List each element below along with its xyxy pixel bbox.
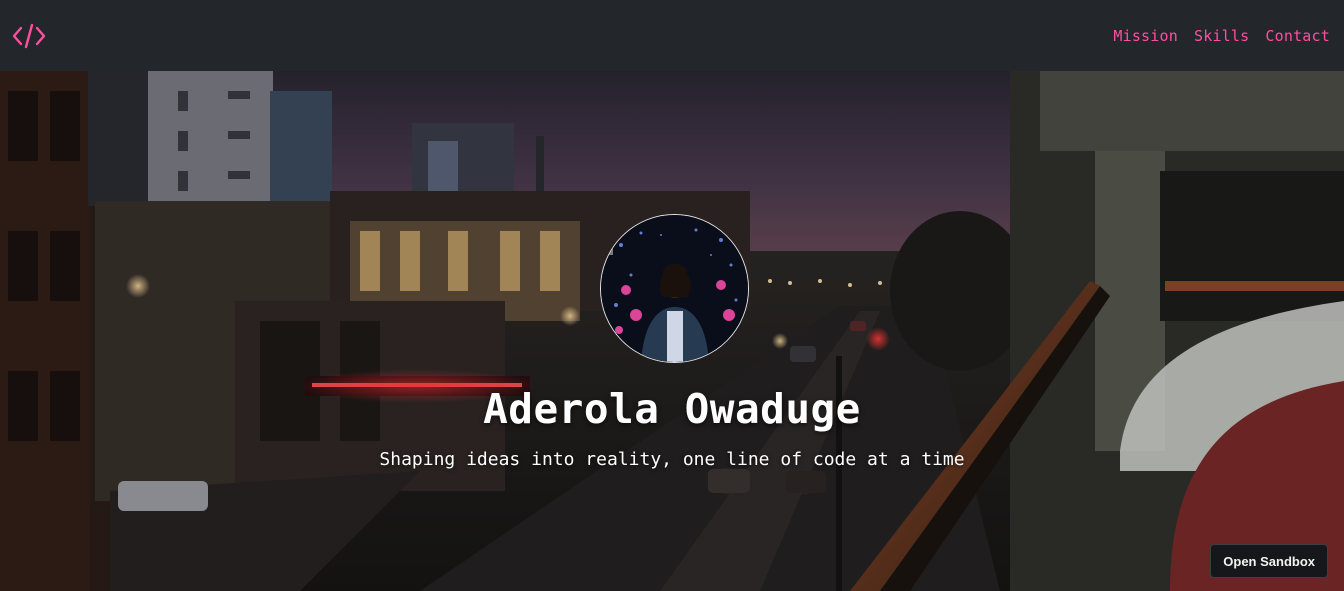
main-nav: Mission Skills Contact (1113, 27, 1330, 45)
hero-name: Aderola Owaduge (483, 385, 861, 433)
nav-link-contact[interactable]: Contact (1265, 27, 1330, 45)
code-brackets-icon[interactable] (12, 19, 46, 53)
nav-link-skills[interactable]: Skills (1194, 27, 1249, 45)
site-header: Mission Skills Contact (0, 0, 1344, 71)
nav-link-mission[interactable]: Mission (1113, 27, 1178, 45)
open-sandbox-button[interactable]: Open Sandbox (1210, 544, 1328, 578)
hero-tagline: Shaping ideas into reality, one line of … (379, 449, 965, 470)
avatar (600, 214, 749, 363)
hero-section: Aderola Owaduge Shaping ideas into reali… (0, 71, 1344, 591)
